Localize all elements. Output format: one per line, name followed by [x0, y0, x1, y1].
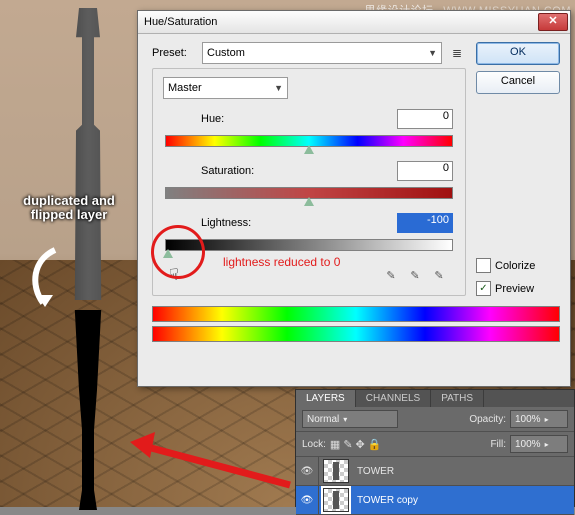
annotation-duplicated: duplicated and flipped layer — [4, 194, 134, 223]
preset-label: Preset: — [152, 47, 202, 59]
saturation-slider[interactable] — [165, 187, 453, 199]
lightness-slider[interactable] — [165, 239, 453, 251]
layer-row[interactable]: 👁 TOWER — [296, 457, 574, 486]
eye-icon: 👁 — [301, 466, 314, 477]
preview-label: Preview — [495, 283, 534, 295]
colorize-checkbox[interactable] — [476, 258, 491, 273]
targeted-adjust-icon[interactable]: ☟ — [169, 265, 179, 285]
curve-arrow-icon — [25, 245, 65, 310]
opacity-input[interactable]: 100%▸ — [510, 410, 568, 428]
layers-panel: LAYERS CHANNELS PATHS Normal▾ Opacity: 1… — [295, 389, 575, 507]
lock-pixels-icon[interactable]: ✎ — [343, 438, 352, 451]
layer-thumbnail[interactable] — [323, 459, 349, 483]
fill-input[interactable]: 100%▸ — [510, 435, 568, 453]
chevron-down-icon: ▼ — [428, 48, 437, 58]
lightness-slider-knob[interactable] — [163, 249, 173, 258]
ok-button[interactable]: OK — [476, 42, 560, 65]
saturation-input[interactable]: 0 — [397, 161, 453, 181]
preset-menu-icon[interactable]: ≣ — [448, 46, 466, 60]
hue-slider-knob[interactable] — [304, 145, 314, 154]
layer-name[interactable]: TOWER copy — [357, 495, 418, 506]
adjustment-group: Master ▼ Hue: 0 Saturation: — [152, 68, 466, 296]
saturation-slider-knob[interactable] — [304, 197, 314, 206]
lock-position-icon[interactable]: ✥ — [356, 438, 365, 451]
cancel-button[interactable]: Cancel — [476, 71, 560, 94]
chevron-down-icon: ▼ — [274, 83, 283, 93]
preset-dropdown[interactable]: Custom ▼ — [202, 42, 442, 64]
visibility-toggle[interactable]: 👁 — [296, 457, 319, 485]
saturation-label: Saturation: — [201, 165, 387, 177]
eye-icon: 👁 — [301, 495, 314, 506]
panel-tabs: LAYERS CHANNELS PATHS — [296, 390, 574, 407]
eyedropper-subtract-icon[interactable]: ✎ — [429, 265, 449, 285]
hue-strip-bottom — [152, 326, 560, 342]
lightness-input[interactable]: -100 — [397, 213, 453, 233]
layer-row[interactable]: 👁 TOWER copy — [296, 486, 574, 515]
preset-value: Custom — [207, 47, 245, 59]
channel-dropdown[interactable]: Master ▼ — [163, 77, 288, 99]
dialog-titlebar[interactable]: Hue/Saturation ✕ — [138, 11, 570, 34]
layer-name[interactable]: TOWER — [357, 466, 394, 477]
hue-slider[interactable] — [165, 135, 453, 147]
eyedropper-add-icon[interactable]: ✎ — [405, 265, 425, 285]
hue-input[interactable]: 0 — [397, 109, 453, 129]
visibility-toggle[interactable]: 👁 — [296, 486, 319, 514]
hue-strip-top — [152, 306, 560, 322]
tab-layers[interactable]: LAYERS — [296, 390, 356, 407]
annotation-lightness: lightness reduced to 0 — [223, 255, 340, 269]
layer-list: 👁 TOWER 👁 TOWER copy — [296, 457, 574, 515]
eyedropper-icon[interactable]: ✎ — [381, 265, 401, 285]
colorize-label: Colorize — [495, 260, 535, 272]
close-button[interactable]: ✕ — [538, 13, 568, 31]
preview-checkbox[interactable]: ✓ — [476, 281, 491, 296]
opacity-label: Opacity: — [469, 414, 506, 425]
tab-paths[interactable]: PATHS — [431, 390, 484, 407]
lightness-label: Lightness: — [201, 217, 387, 229]
lock-label: Lock: — [302, 439, 326, 450]
lock-all-icon[interactable]: 🔒 — [368, 438, 382, 451]
hue-label: Hue: — [201, 113, 387, 125]
lock-transparency-icon[interactable]: ▦ — [330, 438, 340, 451]
hue-saturation-dialog: Hue/Saturation ✕ Preset: Custom ▼ ≣ Mast… — [137, 10, 571, 387]
fill-label: Fill: — [490, 439, 506, 450]
tab-channels[interactable]: CHANNELS — [356, 390, 431, 407]
layer-thumbnail[interactable] — [323, 488, 349, 512]
dialog-title: Hue/Saturation — [144, 16, 217, 28]
channel-value: Master — [168, 82, 202, 94]
blend-mode-dropdown[interactable]: Normal▾ — [302, 410, 398, 428]
